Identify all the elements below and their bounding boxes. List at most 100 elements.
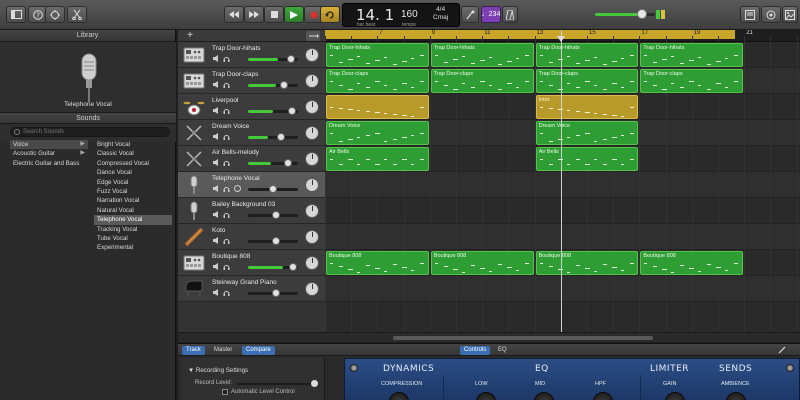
region[interactable]: Trap Door-claps bbox=[535, 69, 639, 93]
region[interactable]: Intro bbox=[535, 95, 639, 119]
play-icon[interactable] bbox=[284, 6, 304, 23]
patch-item[interactable]: Classic Vocal bbox=[94, 149, 172, 158]
patch-item-selected[interactable]: Telephone Vocal bbox=[94, 215, 172, 225]
cycle-region[interactable] bbox=[325, 30, 735, 39]
region[interactable]: Air Bells bbox=[535, 147, 639, 171]
notepad-icon[interactable] bbox=[740, 6, 760, 23]
low-knob[interactable] bbox=[476, 392, 496, 400]
loop-browser-icon[interactable] bbox=[761, 6, 781, 23]
hpf-knob[interactable] bbox=[593, 392, 613, 400]
pan-knob[interactable] bbox=[305, 282, 319, 296]
track-header[interactable]: Trap Door-claps bbox=[178, 68, 325, 94]
pan-knob[interactable] bbox=[305, 126, 319, 140]
track-header[interactable]: Air Bells-melody bbox=[178, 146, 325, 172]
region[interactable]: Boutique 808 bbox=[430, 251, 534, 275]
lcd-display[interactable]: 14. 1 bar beat 160 tempo 4/4 Cmaj bbox=[342, 3, 460, 28]
category-item[interactable]: Acoustic Guitar ▶ bbox=[10, 149, 88, 158]
pan-knob[interactable] bbox=[305, 48, 319, 62]
solo-headphones-icon[interactable] bbox=[223, 159, 230, 166]
solo-headphones-icon[interactable] bbox=[223, 185, 230, 192]
mute-speaker-icon[interactable] bbox=[213, 107, 220, 114]
mute-speaker-icon[interactable] bbox=[213, 211, 220, 218]
pan-knob[interactable] bbox=[305, 100, 319, 114]
add-track-icon[interactable]: + bbox=[184, 31, 196, 41]
track-header[interactable]: Trap Door-hihats bbox=[178, 42, 325, 68]
catch-playhead-icon[interactable] bbox=[306, 31, 320, 41]
region[interactable]: Dream Voice bbox=[326, 121, 429, 145]
mute-speaker-icon[interactable] bbox=[213, 237, 220, 244]
mute-speaker-icon[interactable] bbox=[213, 185, 220, 192]
solo-headphones-icon[interactable] bbox=[223, 133, 230, 140]
tab-master[interactable]: Master bbox=[210, 346, 236, 355]
mute-speaker-icon[interactable] bbox=[213, 263, 220, 270]
mute-speaker-icon[interactable] bbox=[213, 81, 220, 88]
solo-headphones-icon[interactable] bbox=[223, 289, 230, 296]
track-header[interactable]: Dream Voice bbox=[178, 120, 325, 146]
search-sounds-field[interactable]: Search Sounds bbox=[10, 127, 170, 137]
region[interactable]: Trap Door-hihats bbox=[326, 43, 429, 67]
region[interactable]: Dream Voice bbox=[535, 121, 639, 145]
scrollbar-thumb[interactable] bbox=[393, 336, 653, 340]
category-item[interactable]: Voice ▶ bbox=[10, 140, 88, 150]
metronome-icon[interactable] bbox=[502, 6, 518, 23]
editors-scissors-icon[interactable] bbox=[67, 6, 87, 23]
track-volume-slider[interactable] bbox=[248, 263, 298, 271]
record-level-slider[interactable] bbox=[237, 380, 318, 387]
recording-settings-heading[interactable]: ▼ Recording Settings bbox=[188, 367, 248, 374]
gain-knob[interactable] bbox=[665, 392, 685, 400]
region[interactable]: Trap Door-claps bbox=[430, 69, 534, 93]
region[interactable]: Trap Door-hihats bbox=[430, 43, 534, 67]
track-header[interactable]: Bailey Background 03 bbox=[178, 198, 325, 224]
edit-pencil-icon[interactable] bbox=[778, 346, 786, 356]
tuner-icon[interactable] bbox=[461, 6, 479, 23]
solo-headphones-icon[interactable] bbox=[223, 263, 230, 270]
stop-icon[interactable] bbox=[264, 6, 284, 23]
tab-track[interactable]: Track bbox=[182, 346, 205, 355]
tracks-area[interactable]: 7 9 11 13 15 17 19 21 Trap Door-hihats Trap Door… bbox=[325, 30, 800, 342]
region[interactable] bbox=[326, 95, 429, 119]
mute-speaker-icon[interactable] bbox=[213, 133, 220, 140]
track-header[interactable]: Steinway Grand Piano bbox=[178, 276, 325, 302]
compression-knob[interactable] bbox=[389, 392, 409, 400]
pan-knob[interactable] bbox=[305, 152, 319, 166]
solo-headphones-icon[interactable] bbox=[223, 211, 230, 218]
track-lane[interactable] bbox=[325, 198, 800, 224]
patch-item[interactable]: Natural Vocal bbox=[94, 206, 172, 215]
region[interactable]: Boutique 808 bbox=[640, 251, 744, 275]
track-volume-slider[interactable] bbox=[248, 133, 298, 141]
region[interactable]: Boutique 808 bbox=[326, 251, 429, 275]
patch-item[interactable]: Dance Vocal bbox=[94, 168, 172, 177]
track-header[interactable]: Telephone Vocal bbox=[178, 172, 325, 198]
patch-item[interactable]: Tracking Vocal bbox=[94, 225, 172, 234]
mid-knob[interactable] bbox=[534, 392, 554, 400]
track-volume-slider[interactable] bbox=[248, 107, 298, 115]
forward-icon[interactable] bbox=[244, 6, 264, 23]
library-toggle-icon[interactable] bbox=[6, 6, 26, 23]
pan-knob[interactable] bbox=[305, 74, 319, 88]
auto-level-checkbox[interactable] bbox=[222, 389, 228, 395]
patch-item[interactable]: Fuzz Vocal bbox=[94, 187, 172, 196]
playhead-handle[interactable] bbox=[556, 36, 565, 42]
mute-speaker-icon[interactable] bbox=[213, 289, 220, 296]
track-volume-slider[interactable] bbox=[248, 211, 298, 219]
region[interactable]: Trap Door-hihats bbox=[535, 43, 639, 67]
media-browser-icon[interactable] bbox=[782, 6, 798, 23]
patch-item[interactable]: Narration Vocal bbox=[94, 196, 172, 205]
cycle-icon[interactable] bbox=[320, 6, 340, 23]
region[interactable]: Trap Door-hihats bbox=[640, 43, 744, 67]
region[interactable]: Trap Door-claps bbox=[326, 69, 429, 93]
tab-controls[interactable]: Controls bbox=[460, 346, 491, 355]
track-lane[interactable] bbox=[325, 172, 800, 198]
track-volume-slider[interactable] bbox=[248, 289, 298, 297]
patch-item[interactable]: Experimental bbox=[94, 243, 172, 252]
track-lane[interactable] bbox=[325, 224, 800, 250]
track-header[interactable]: Koto bbox=[178, 224, 325, 250]
pan-knob[interactable] bbox=[305, 256, 319, 270]
tab-eq[interactable]: EQ bbox=[494, 346, 511, 355]
mute-speaker-icon[interactable] bbox=[213, 55, 220, 62]
patch-item[interactable]: Edge Vocal bbox=[94, 178, 172, 187]
solo-headphones-icon[interactable] bbox=[223, 55, 230, 62]
pan-knob[interactable] bbox=[305, 178, 319, 192]
track-volume-slider[interactable] bbox=[248, 159, 298, 167]
master-volume-slider[interactable] bbox=[595, 9, 655, 19]
